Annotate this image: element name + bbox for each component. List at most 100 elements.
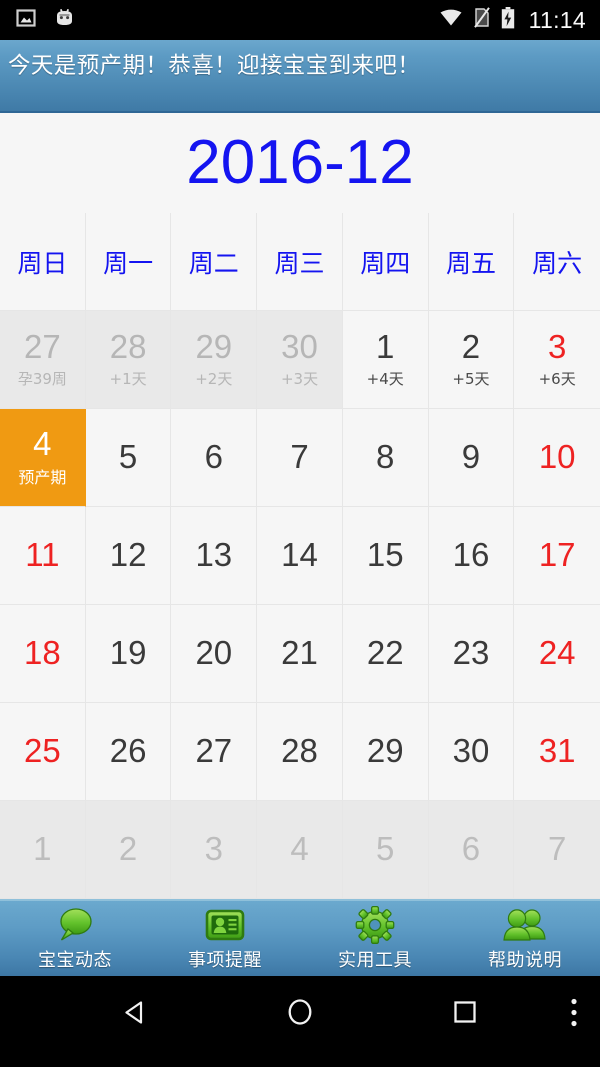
day-number: 30 [452, 732, 490, 770]
weekday-label: 周一 [103, 248, 154, 278]
calendar-day-cell[interactable]: 13 [171, 507, 258, 605]
battery-charging-icon [501, 6, 515, 34]
day-number: 31 [538, 732, 576, 770]
day-sublabel: +5天 [452, 369, 490, 388]
day-number: 2 [461, 328, 481, 366]
calendar-grid: 周日 周一 周二 周三 周四 周五 周六 27 孕39周 28 +1天 29 +2天 30 +3天 1 +4天… [0, 213, 600, 899]
android-nav-bar [0, 976, 600, 1053]
calendar-day-cell[interactable]: 11 [0, 507, 86, 605]
calendar-day-cell[interactable]: 4 [257, 801, 343, 899]
day-number: 24 [538, 634, 576, 672]
day-sublabel: +2天 [195, 369, 233, 388]
gear-icon [355, 905, 395, 944]
day-number: 4 [33, 424, 52, 462]
weekday-label: 周二 [188, 248, 239, 278]
day-number: 18 [24, 634, 61, 672]
status-bar-clock: 11:14 [528, 6, 586, 33]
calendar-day-cell[interactable]: 6 [171, 409, 258, 507]
weekday-label: 周六 [532, 248, 583, 278]
calendar-day-cell[interactable]: 17 [514, 507, 600, 605]
status-bar: 11:14 [0, 0, 600, 40]
calendar-day-cell[interactable]: 8 [342, 409, 429, 507]
calendar-day-cell[interactable]: 3 [171, 801, 258, 899]
calendar-day-cell[interactable]: 19 [85, 605, 172, 703]
calendar-day-cell[interactable]: 24 [514, 605, 600, 703]
day-number: 30 [281, 328, 318, 366]
nav-recents-button[interactable] [383, 999, 548, 1030]
calendar-day-cell[interactable]: 25 [0, 703, 86, 801]
weekday-header-cell: 周五 [428, 213, 515, 311]
day-number: 27 [195, 732, 233, 770]
calendar-day-cell[interactable]: 26 [85, 703, 172, 801]
overflow-menu-icon [570, 998, 578, 1031]
calendar-day-cell[interactable]: 28 [257, 703, 343, 801]
month-title-bar[interactable]: 2016-12 [0, 113, 600, 213]
day-number: 14 [281, 536, 318, 574]
weekday-header-cell: 周一 [85, 213, 172, 311]
calendar-day-cell[interactable]: 27 孕39周 [0, 311, 86, 409]
tab-baby-updates[interactable]: 宝宝动态 [0, 901, 150, 976]
day-number: 25 [24, 732, 61, 770]
calendar-day-cell[interactable]: 10 [514, 409, 600, 507]
notice-banner: 今天是预产期！恭喜！迎接宝宝到来吧！ [0, 40, 600, 113]
day-number: 12 [109, 536, 147, 574]
calendar-day-cell[interactable]: 4 预产期 [0, 409, 86, 507]
calendar-day-cell[interactable]: 30 +3天 [257, 311, 343, 409]
calendar-day-cell[interactable]: 1 [0, 801, 86, 899]
calendar-week-row: 18 19 20 21 22 23 24 [0, 605, 600, 703]
day-number: 1 [376, 328, 395, 366]
contact-card-icon [205, 906, 245, 944]
calendar-day-cell[interactable]: 2 [85, 801, 172, 899]
tab-help[interactable]: 帮助说明 [450, 901, 600, 976]
calendar-day-cell[interactable]: 15 [342, 507, 429, 605]
calendar-day-cell[interactable]: 14 [257, 507, 343, 605]
calendar-day-cell[interactable]: 23 [428, 605, 515, 703]
home-icon [286, 997, 314, 1032]
day-number: 19 [109, 634, 147, 672]
weekday-label: 周日 [17, 248, 68, 278]
day-number: 13 [195, 536, 233, 574]
calendar-week-row: 11 12 13 14 15 16 17 [0, 507, 600, 605]
calendar-day-cell[interactable]: 30 [428, 703, 515, 801]
tab-label: 帮助说明 [488, 949, 562, 971]
weekday-label: 周五 [445, 248, 496, 278]
calendar-day-cell[interactable]: 20 [171, 605, 258, 703]
calendar-week-row: 4 预产期 5 6 7 8 9 10 [0, 409, 600, 507]
calendar-day-cell[interactable]: 5 [85, 409, 172, 507]
calendar-day-cell[interactable]: 29 +2天 [171, 311, 258, 409]
calendar-day-cell[interactable]: 1 +4天 [342, 311, 429, 409]
calendar-day-cell[interactable]: 22 [342, 605, 429, 703]
wifi-icon [439, 8, 463, 32]
tab-reminders[interactable]: 事项提醒 [150, 901, 300, 976]
calendar-day-cell[interactable]: 27 [171, 703, 258, 801]
calendar-day-cell[interactable]: 9 [428, 409, 515, 507]
day-number: 23 [452, 634, 490, 672]
calendar-day-cell[interactable]: 2 +5天 [428, 311, 515, 409]
calendar-day-cell[interactable]: 21 [257, 605, 343, 703]
calendar-day-cell[interactable]: 16 [428, 507, 515, 605]
calendar-day-cell[interactable]: 28 +1天 [85, 311, 172, 409]
nav-overflow-button[interactable] [570, 997, 578, 1032]
calendar-day-cell[interactable]: 7 [257, 409, 343, 507]
calendar-day-cell[interactable]: 3 +6天 [514, 311, 600, 409]
day-number: 21 [281, 634, 318, 672]
day-sublabel: +4天 [366, 369, 404, 388]
day-number: 22 [366, 634, 404, 672]
calendar-day-cell[interactable]: 18 [0, 605, 86, 703]
calendar-day-cell[interactable]: 12 [85, 507, 172, 605]
calendar-day-cell[interactable]: 5 [342, 801, 429, 899]
nav-home-button[interactable] [218, 997, 383, 1032]
day-number: 7 [290, 438, 309, 476]
calendar-day-cell[interactable]: 31 [514, 703, 600, 801]
calendar-day-cell[interactable]: 29 [342, 703, 429, 801]
recents-icon [452, 999, 478, 1030]
nav-back-button[interactable] [53, 999, 218, 1031]
tab-tools[interactable]: 实用工具 [300, 901, 450, 976]
day-number: 5 [376, 830, 395, 868]
weekday-header-cell: 周二 [171, 213, 258, 311]
calendar-day-cell[interactable]: 7 [514, 801, 600, 899]
day-sublabel: +6天 [538, 369, 576, 388]
day-number: 3 [547, 328, 567, 366]
day-number: 9 [461, 438, 481, 476]
calendar-day-cell[interactable]: 6 [428, 801, 515, 899]
